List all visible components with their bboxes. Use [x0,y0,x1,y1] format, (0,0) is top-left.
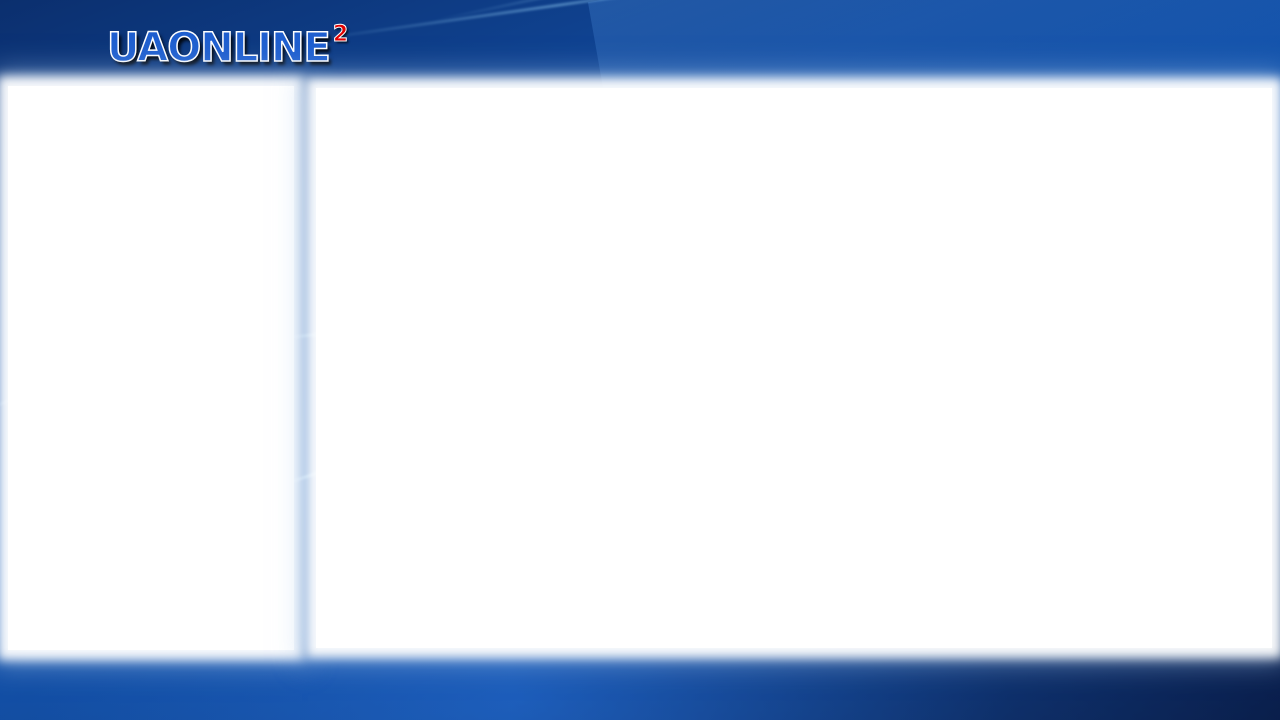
footer-band [0,656,1280,720]
content-panel [316,88,1272,648]
page-background: UAONLINE 2 [0,0,1280,720]
logo-text: UAONLINE [106,25,331,71]
site-logo[interactable]: UAONLINE 2 [106,23,348,71]
sidebar-panel [8,86,294,650]
logo-superscript: 2 [332,22,348,47]
